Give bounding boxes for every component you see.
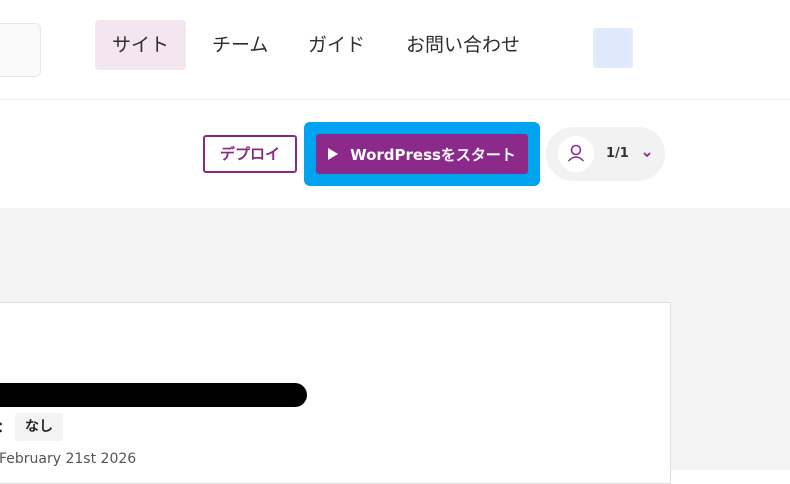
site-card[interactable]: 態： なし February 21st 2026 — [0, 302, 671, 484]
redacted-site-name — [0, 383, 307, 407]
nav-item-guide[interactable]: ガイド — [291, 20, 382, 70]
status-label: 態： — [0, 417, 11, 437]
nav-item-team[interactable]: チーム — [195, 20, 285, 70]
play-icon — [328, 148, 339, 160]
nav-item-label: チーム — [212, 34, 269, 56]
start-wordpress-button[interactable]: WordPressをスタート — [316, 134, 528, 174]
user-count: 1/1 — [606, 146, 629, 161]
created-date: February 21st 2026 — [0, 451, 137, 467]
nav-item-label: お問い合わせ — [406, 34, 521, 56]
start-wordpress-label: WordPressをスタート — [350, 145, 516, 164]
avatar[interactable] — [593, 28, 633, 68]
nav-item-label: サイト — [112, 34, 170, 56]
deploy-button[interactable]: デプロイ — [203, 135, 297, 173]
user-seat-dropdown[interactable]: 1/1 — [546, 127, 665, 181]
content-area: 態： なし February 21st 2026 — [0, 208, 790, 484]
toolbar: デプロイ WordPressをスタート 1/1 — [0, 100, 790, 208]
status-badge: なし — [15, 413, 63, 441]
nav-item-label: ガイド — [308, 34, 366, 56]
status-row: 態： なし — [0, 413, 63, 441]
chevron-down-icon — [643, 152, 651, 158]
search-box[interactable] — [0, 23, 41, 77]
date-row: February 21st 2026 — [0, 449, 136, 469]
top-navigation: サイト チーム ガイド お問い合わせ — [0, 0, 790, 100]
user-icon-circle — [558, 136, 594, 172]
nav-item-sites[interactable]: サイト — [95, 20, 187, 70]
nav-item-contact[interactable]: お問い合わせ — [389, 20, 537, 70]
user-icon — [567, 144, 585, 162]
